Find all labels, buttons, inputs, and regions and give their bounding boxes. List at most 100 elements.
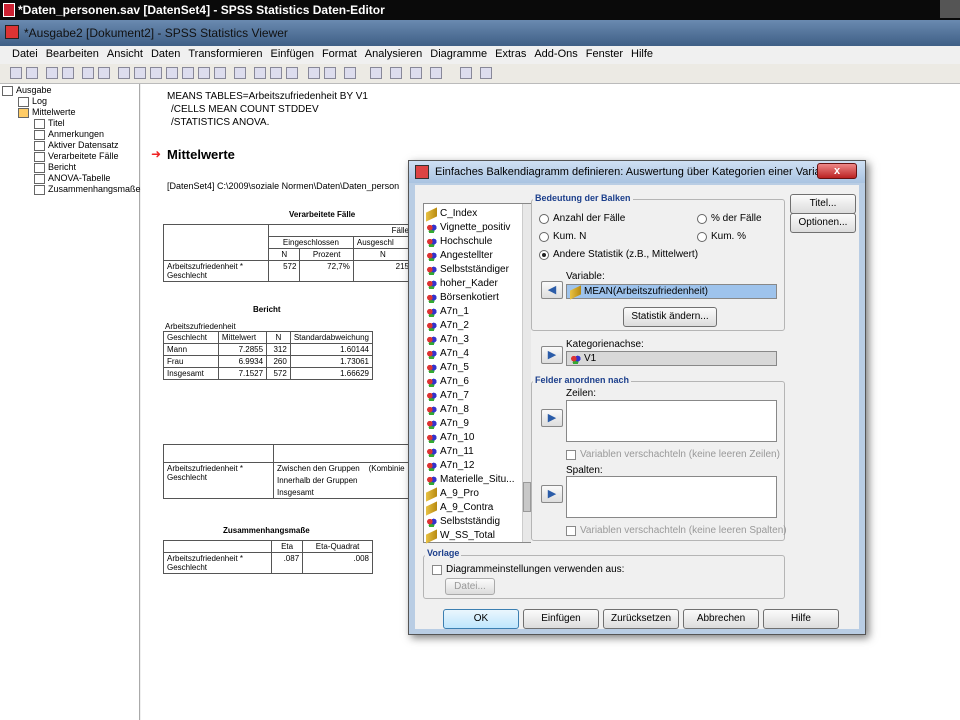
tree-item-anova[interactable]: ANOVA-Tabelle	[34, 173, 110, 184]
columns-field[interactable]	[566, 476, 777, 518]
abbrechen-button[interactable]: Abbrechen	[683, 609, 759, 629]
forward-icon[interactable]	[26, 67, 38, 79]
radio-kum-prozent[interactable]: Kum. %	[697, 231, 746, 242]
designate-window-icon[interactable]	[460, 67, 472, 79]
tree-item-log[interactable]: Log	[18, 96, 47, 107]
menu-einfuegen[interactable]: Einfügen	[267, 46, 318, 64]
value-labels-icon[interactable]	[390, 67, 402, 79]
menu-datei[interactable]: Datei	[8, 46, 42, 64]
promote-icon[interactable]	[118, 67, 130, 79]
menu-fenster[interactable]: Fenster	[582, 46, 627, 64]
nest-columns-checkbox[interactable]: Variablen verschachteln (keine leeren Sp…	[566, 525, 787, 536]
menu-daten[interactable]: Daten	[147, 46, 184, 64]
variable-list-item[interactable]: A7n_10	[426, 432, 474, 443]
print-icon[interactable]	[198, 67, 210, 79]
variable-list-item[interactable]: A7n_6	[426, 376, 469, 387]
tree-item-anmerkungen[interactable]: Anmerkungen	[34, 129, 104, 140]
save-icon[interactable]	[182, 67, 194, 79]
add-icon[interactable]	[480, 67, 492, 79]
variable-list-item[interactable]: A7n_2	[426, 320, 469, 331]
tree-item-mittelwerte[interactable]: Mittelwerte	[18, 107, 76, 118]
collapse-icon[interactable]	[62, 67, 74, 79]
show-all-icon[interactable]	[430, 67, 442, 79]
print-preview-icon[interactable]	[214, 67, 226, 79]
undo-icon[interactable]	[270, 67, 282, 79]
show-icon[interactable]	[82, 67, 94, 79]
move-right-arrow-icon[interactable]: ▶	[541, 346, 563, 364]
close-icon[interactable]: x	[817, 163, 857, 179]
radio-prozent-faelle[interactable]: % der Fälle	[697, 213, 762, 224]
titel-button[interactable]: Titel...	[790, 194, 856, 214]
variable-list-item[interactable]: Selbstständiger	[426, 264, 509, 275]
dialog-titlebar[interactable]: Einfaches Balkendiagramm definieren: Aus…	[409, 161, 865, 183]
variable-list-item[interactable]: A7n_5	[426, 362, 469, 373]
variable-list-item[interactable]: A7n_1	[426, 306, 469, 317]
goto-case-icon[interactable]	[324, 67, 336, 79]
variable-list-item[interactable]: Hochschule	[426, 236, 492, 247]
ok-button[interactable]: OK	[443, 609, 519, 629]
recall-dialog-icon[interactable]	[254, 67, 266, 79]
menu-bearbeiten[interactable]: Bearbeiten	[42, 46, 103, 64]
variable-list-item[interactable]: A_9_Contra	[426, 501, 493, 516]
menu-ansicht[interactable]: Ansicht	[103, 46, 147, 64]
variable-list-item[interactable]: A7n_9	[426, 418, 469, 429]
menu-extras[interactable]: Extras	[491, 46, 530, 64]
tree-item-zusammenhangsmasse[interactable]: Zusammenhangsmaße	[34, 184, 141, 195]
export-icon[interactable]	[234, 67, 246, 79]
menu-analysieren[interactable]: Analysieren	[361, 46, 426, 64]
radio-anzahl-faelle[interactable]: Anzahl der Fälle	[539, 213, 625, 224]
tree-item-titel[interactable]: Titel	[34, 118, 65, 129]
zuruecksetzen-button[interactable]: Zurücksetzen	[603, 609, 679, 629]
move-left-arrow-icon[interactable]: ◀	[541, 281, 563, 299]
radio-kum-n[interactable]: Kum. N	[539, 231, 586, 242]
datei-button[interactable]: Datei...	[445, 578, 495, 595]
demote-icon[interactable]	[134, 67, 146, 79]
variable-list-item[interactable]: Materielle_Situ...	[426, 474, 514, 485]
hide-icon[interactable]	[98, 67, 110, 79]
hilfe-button[interactable]: Hilfe	[763, 609, 839, 629]
variable-list-item[interactable]: A7n_4	[426, 348, 469, 359]
variable-list-item[interactable]: hoher_Kader	[426, 278, 498, 289]
optionen-button[interactable]: Optionen...	[790, 213, 856, 233]
variable-list-item[interactable]: Vignette_positiv	[426, 222, 510, 233]
scrollbar-thumb[interactable]	[523, 482, 531, 512]
insert-icon[interactable]	[150, 67, 162, 79]
select-cases-icon[interactable]	[370, 67, 382, 79]
variable-field[interactable]: MEAN(Arbeitszufriedenheit)	[566, 284, 777, 300]
variable-list-item[interactable]: Börsenkotiert	[426, 292, 499, 303]
menu-diagramme[interactable]: Diagramme	[426, 46, 491, 64]
viewer-titlebar[interactable]: *Ausgabe2 [Dokument2] - SPSS Statistics …	[0, 20, 960, 46]
tree-item-aktiver-datensatz[interactable]: Aktiver Datensatz	[34, 140, 119, 151]
variable-list-item[interactable]: W_SS_Total	[426, 529, 495, 544]
rows-field[interactable]	[566, 400, 777, 442]
variable-list-item[interactable]: A7n_7	[426, 390, 469, 401]
variable-list-item[interactable]: A7n_11	[426, 446, 474, 457]
variable-list-item[interactable]: A7n_8	[426, 404, 469, 415]
nest-rows-checkbox[interactable]: Variablen verschachteln (keine leeren Ze…	[566, 449, 780, 460]
statistik-aendern-button[interactable]: Statistik ändern...	[623, 307, 717, 327]
variable-list-item[interactable]: Angestellter	[426, 250, 493, 261]
move-right-arrow-icon[interactable]: ▶	[541, 409, 563, 427]
variable-list-scrollbar[interactable]	[522, 204, 531, 542]
variables-icon[interactable]	[344, 67, 356, 79]
variable-list-item[interactable]: A7n_12	[426, 460, 474, 471]
variable-list-item[interactable]: C_Index	[426, 207, 477, 222]
menu-format[interactable]: Format	[318, 46, 361, 64]
category-axis-field[interactable]: V1	[566, 351, 777, 366]
variable-list-item[interactable]: A7n_3	[426, 334, 469, 345]
menu-hilfe[interactable]: Hilfe	[627, 46, 657, 64]
tree-item-ausgabe[interactable]: Ausgabe	[2, 85, 52, 96]
menu-addons[interactable]: Add-Ons	[530, 46, 581, 64]
window-controls[interactable]	[940, 0, 960, 18]
use-sets-icon[interactable]	[410, 67, 422, 79]
tree-item-verarbeitete-faelle[interactable]: Verarbeitete Fälle	[34, 151, 119, 162]
source-variable-list[interactable]: C_Index Vignette_positiv Hochschule Angeste…	[423, 203, 531, 544]
redo-icon[interactable]	[286, 67, 298, 79]
tree-item-bericht[interactable]: Bericht	[34, 162, 76, 173]
open-folder-icon[interactable]	[166, 67, 178, 79]
menu-transformieren[interactable]: Transformieren	[184, 46, 266, 64]
use-template-checkbox[interactable]: Diagrammeinstellungen verwenden aus:	[432, 564, 624, 575]
expand-icon[interactable]	[46, 67, 58, 79]
variable-list-item[interactable]: A_9_Pro	[426, 487, 479, 502]
back-icon[interactable]	[10, 67, 22, 79]
